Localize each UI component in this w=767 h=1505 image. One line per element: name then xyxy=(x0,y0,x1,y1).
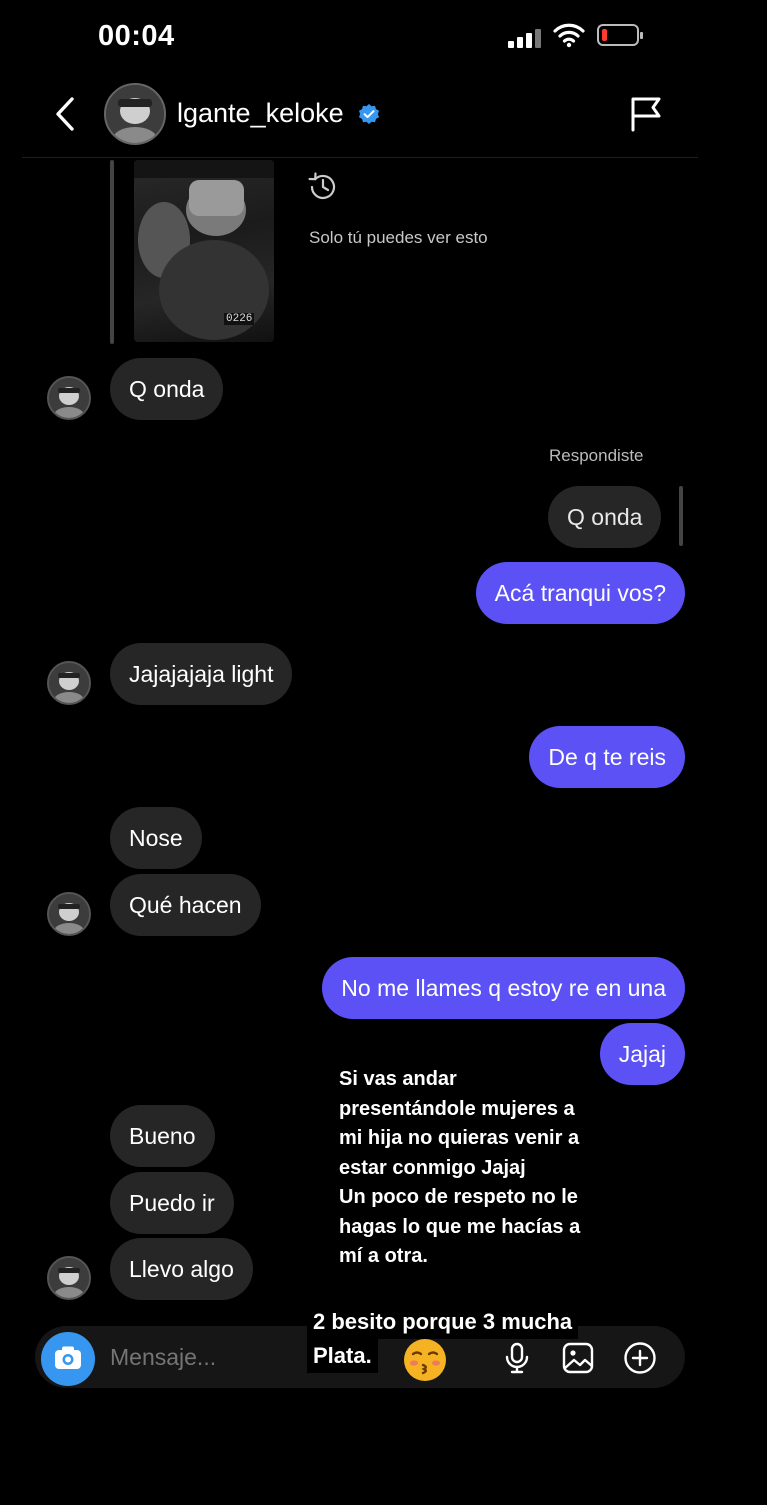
replay-icon xyxy=(308,172,336,200)
verified-badge-icon xyxy=(359,104,379,124)
header-divider xyxy=(22,157,698,158)
caption-line: Plata. xyxy=(307,1339,378,1373)
microphone-icon[interactable] xyxy=(500,1341,534,1375)
profile-avatar[interactable] xyxy=(104,83,166,145)
message-bubble[interactable]: Puedo ir xyxy=(110,1172,234,1234)
sender-avatar[interactable] xyxy=(47,892,91,936)
cellular-signal-icon xyxy=(508,28,544,48)
story-reply-bar xyxy=(110,160,114,344)
message-bubble[interactable]: Llevo algo xyxy=(110,1238,253,1300)
reply-indicator-bar xyxy=(679,486,683,546)
replied-label: Respondiste xyxy=(549,446,644,465)
battery-icon xyxy=(597,24,643,46)
kissing-face-emoji xyxy=(404,1339,446,1381)
message-bubble[interactable]: Q onda xyxy=(110,358,224,420)
wifi-icon xyxy=(553,23,585,48)
replied-to-bubble[interactable]: Q onda xyxy=(548,486,662,548)
overlay-line: mí a otra. xyxy=(339,1245,428,1267)
sender-avatar[interactable] xyxy=(47,1256,91,1300)
status-time: 00:04 xyxy=(98,20,175,52)
sender-avatar[interactable] xyxy=(47,376,91,420)
flag-icon[interactable] xyxy=(628,96,664,132)
message-bubble[interactable]: Qué hacen xyxy=(110,874,261,936)
message-bubble[interactable]: Jajajajaja light xyxy=(110,643,293,705)
overlay-line: presentándole mujeres a xyxy=(339,1097,575,1120)
camera-icon xyxy=(55,1346,81,1369)
plus-circle-icon[interactable] xyxy=(623,1341,657,1375)
message-bubble[interactable]: Jajaj xyxy=(599,1023,685,1085)
story-visibility-note: Solo tú puedes ver esto xyxy=(309,228,488,247)
caption-line: 2 besito porque 3 mucha xyxy=(307,1305,579,1339)
overlay-line: Si vas andar xyxy=(339,1068,457,1090)
gallery-icon[interactable] xyxy=(561,1341,595,1375)
overlay-line: Un poco de respeto no le xyxy=(339,1186,578,1208)
message-bubble[interactable]: Bueno xyxy=(110,1105,215,1167)
camera-button[interactable] xyxy=(41,1332,95,1386)
story-timer: 0226 xyxy=(224,313,255,325)
header-username[interactable]: lgante_keloke xyxy=(177,98,344,129)
overlay-line: mi hija no quieras venir a xyxy=(339,1127,580,1149)
message-bubble[interactable]: De q te reis xyxy=(529,726,685,788)
message-bubble[interactable]: No me llames q estoy re en una xyxy=(322,957,685,1019)
message-input[interactable] xyxy=(110,1344,300,1371)
sender-avatar[interactable] xyxy=(47,661,91,705)
message-bubble[interactable]: Nose xyxy=(110,807,202,869)
back-chevron-icon[interactable] xyxy=(52,95,82,133)
overlay-text-block: Si vas andar presentándole mujeres a mi … xyxy=(339,1065,580,1272)
overlay-line: hagas lo que me hacías a xyxy=(339,1215,581,1238)
message-bubble[interactable]: Acá tranqui vos? xyxy=(475,562,685,624)
overlay-line: estar conmigo Jajaj xyxy=(339,1156,526,1179)
